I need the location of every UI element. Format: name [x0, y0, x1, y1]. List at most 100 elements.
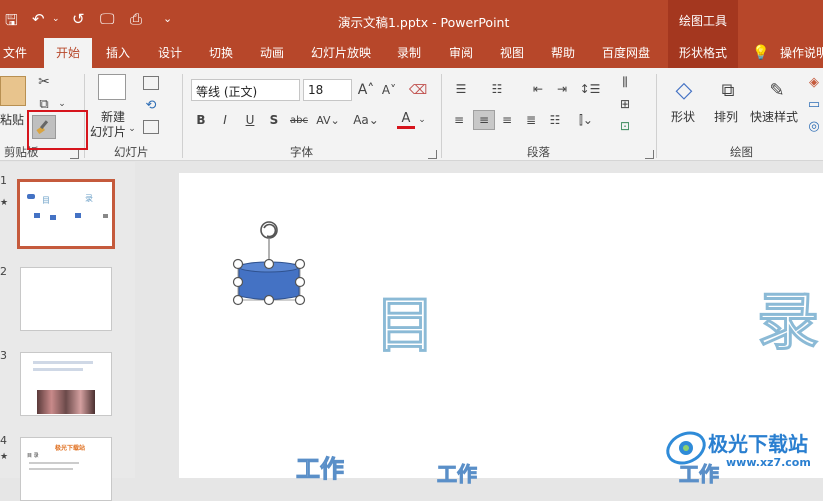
contextual-tab-group: 绘图工具: [668, 0, 738, 38]
slide-thumbnail-4[interactable]: 极光下载站 目 录: [20, 437, 112, 501]
tab-shape-format[interactable]: 形状格式: [668, 38, 738, 68]
rotate-handle-icon: [260, 221, 278, 239]
decrease-indent-icon[interactable]: ⇤: [529, 81, 547, 97]
redo-icon[interactable]: ↺: [72, 10, 85, 28]
shape-effects-icon[interactable]: ◎: [806, 118, 822, 134]
tab-slideshow[interactable]: 幻灯片放映: [305, 38, 377, 68]
char-spacing-icon[interactable]: AV⌄: [315, 111, 341, 129]
tab-animations[interactable]: 动画: [254, 38, 290, 68]
section-icon[interactable]: [143, 120, 159, 134]
watermark-url: www.xz7.com: [726, 456, 811, 469]
tab-design[interactable]: 设计: [152, 38, 188, 68]
slide-title-lu[interactable]: 录: [756, 271, 819, 361]
numbering-icon[interactable]: ☷: [487, 81, 507, 97]
slides-group-label: 幻灯片: [114, 145, 149, 159]
slide-thumbnail-3[interactable]: [20, 352, 112, 416]
shadow-icon[interactable]: S: [267, 111, 281, 129]
tab-record[interactable]: 录制: [391, 38, 427, 68]
paste-button[interactable]: 粘贴: [0, 111, 24, 128]
new-slide-dropdown-icon[interactable]: ⌄: [128, 124, 136, 134]
align-center-icon[interactable]: ≡: [473, 110, 495, 130]
slide-thumbnails-pane[interactable]: 1 ★ 目 录 2 3 4 ★ 极光下载站 目 录: [0, 162, 135, 501]
bold-icon[interactable]: B: [194, 111, 208, 129]
thumb-shape: [103, 214, 108, 218]
font-color-dropdown-icon[interactable]: ⌄: [418, 114, 426, 126]
tab-view[interactable]: 视图: [494, 38, 530, 68]
slide-number: 4: [0, 434, 7, 447]
thumb-text-line: [33, 361, 93, 364]
shapes-icon[interactable]: ◇: [668, 74, 700, 106]
decrease-font-icon[interactable]: A˅: [380, 81, 398, 99]
tab-insert[interactable]: 插入: [100, 38, 136, 68]
font-color-icon[interactable]: A: [397, 111, 415, 129]
thumb-subheading: 目 录: [27, 453, 39, 459]
slide-title-mu[interactable]: 目: [375, 277, 436, 364]
arrange-icon[interactable]: ⧉: [714, 74, 742, 106]
slide-thumbnail-1[interactable]: 目 录: [17, 179, 115, 249]
save-icon[interactable]: 🖫: [5, 10, 18, 35]
slide-number: 3: [0, 349, 7, 362]
reset-icon[interactable]: ⟲: [143, 98, 159, 113]
thumb-shape: [50, 215, 56, 220]
text-direction-icon[interactable]: ⫼: [613, 74, 637, 90]
lightbulb-icon[interactable]: 💡: [752, 38, 769, 68]
align-left-icon[interactable]: ≡: [451, 112, 467, 128]
font-size-select[interactable]: 18: [303, 79, 352, 101]
increase-indent-icon[interactable]: ⇥: [553, 81, 571, 97]
tab-help[interactable]: 帮助: [545, 38, 581, 68]
distribute-icon[interactable]: ☷: [547, 112, 563, 128]
thumb-shape: [27, 194, 35, 199]
cut-icon[interactable]: ✂: [36, 74, 52, 90]
slide-text-work-1[interactable]: 工作: [296, 449, 345, 484]
tab-file[interactable]: 文件: [0, 38, 30, 68]
bullets-icon[interactable]: ☰: [451, 81, 471, 97]
shapes-button[interactable]: 形状: [671, 108, 695, 125]
columns-icon[interactable]: ⫿⌄: [573, 112, 599, 128]
preview-icon[interactable]: ⎙: [130, 10, 142, 28]
tab-transitions[interactable]: 切换: [203, 38, 239, 68]
layout-icon[interactable]: [143, 76, 159, 90]
slide-thumbnail-2[interactable]: [20, 267, 112, 331]
star-icon: ★: [0, 198, 9, 208]
font-group-label: 字体: [290, 145, 313, 159]
underline-icon[interactable]: U: [243, 111, 257, 129]
star-icon: ★: [0, 452, 9, 462]
align-text-icon[interactable]: ⊞: [613, 96, 637, 112]
strikethrough-icon[interactable]: abc: [289, 111, 309, 129]
smartart-icon[interactable]: ⊡: [613, 118, 637, 134]
paragraph-launcher-icon[interactable]: [645, 150, 654, 159]
arrange-button[interactable]: 排列: [714, 108, 738, 125]
customize-qat-icon[interactable]: ⌄: [163, 12, 172, 25]
watermark-logo-icon: [666, 431, 706, 465]
tab-baidu-netdisk[interactable]: 百度网盘: [596, 38, 656, 68]
change-case-icon[interactable]: Aa⌄: [351, 111, 381, 129]
tab-review[interactable]: 审阅: [443, 38, 479, 68]
justify-icon[interactable]: ≣: [523, 112, 539, 128]
new-slide-icon[interactable]: [98, 74, 126, 100]
new-slide-button[interactable]: 幻灯片: [90, 123, 126, 140]
tell-me-search[interactable]: 操作说明: [780, 38, 823, 68]
font-launcher-icon[interactable]: [428, 150, 437, 159]
copy-dropdown-icon[interactable]: ⌄: [57, 98, 67, 110]
quick-styles-icon[interactable]: ✎: [762, 74, 792, 106]
line-spacing-icon[interactable]: ↕☰: [578, 81, 602, 97]
clipboard-launcher-icon[interactable]: [70, 150, 79, 159]
present-icon[interactable]: 🖵: [100, 10, 114, 28]
shape-fill-icon[interactable]: ◈: [806, 74, 822, 90]
font-name-select[interactable]: 等线 (正文): [191, 79, 300, 101]
shape-outline-icon[interactable]: ▭: [806, 96, 822, 112]
undo-icon[interactable]: ↶: [32, 10, 45, 28]
increase-font-icon[interactable]: A˄: [357, 81, 375, 99]
watermark-name: 极光下载站: [708, 432, 808, 456]
thumb-heading: 极光下载站: [55, 445, 86, 452]
align-right-icon[interactable]: ≡: [499, 112, 515, 128]
italic-icon[interactable]: I: [218, 111, 232, 129]
paste-icon[interactable]: [0, 76, 26, 106]
slide-text-work-2[interactable]: 工作: [437, 458, 478, 487]
undo-dropdown-icon[interactable]: ⌄: [52, 14, 60, 24]
quick-styles-button[interactable]: 快速样式: [750, 108, 798, 125]
thumb-text-line: [29, 468, 73, 470]
tab-home[interactable]: 开始: [44, 38, 92, 68]
clear-format-icon[interactable]: ⌫: [409, 81, 427, 99]
selected-shape[interactable]: [231, 217, 311, 307]
